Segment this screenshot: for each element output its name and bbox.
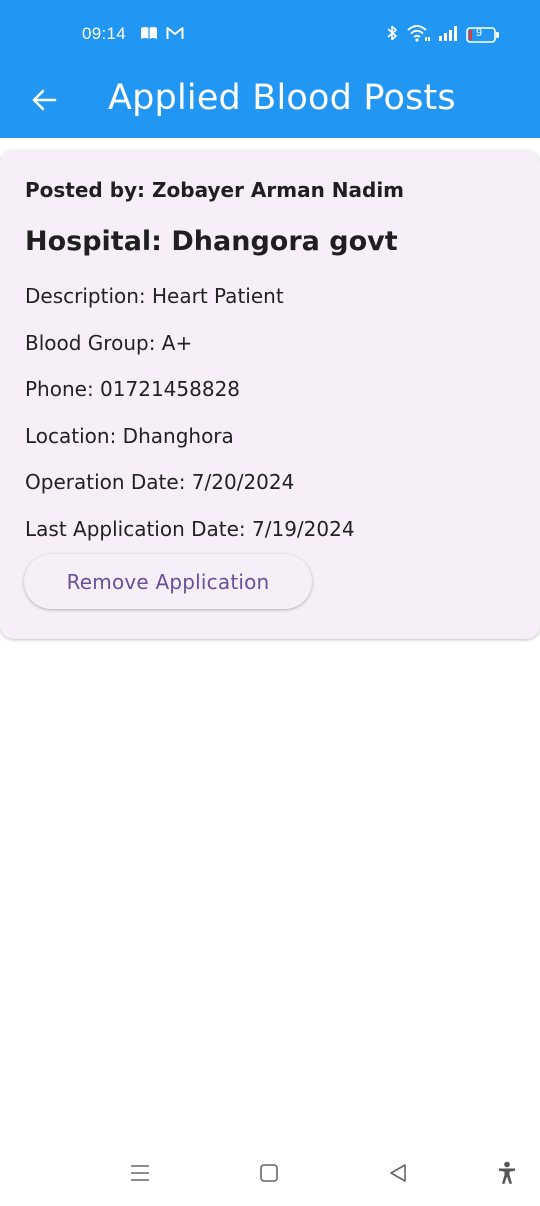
home-icon bbox=[259, 1163, 279, 1187]
back-button[interactable] bbox=[22, 80, 66, 124]
status-right-icons: 9 bbox=[386, 24, 500, 46]
hospital-title: Hospital: Dhangora govt bbox=[25, 226, 398, 257]
gmail-icon bbox=[166, 25, 184, 44]
status-time: 09:14 bbox=[82, 24, 127, 43]
recents-button[interactable] bbox=[123, 1158, 157, 1192]
home-button[interactable] bbox=[252, 1158, 286, 1192]
wifi-icon bbox=[406, 24, 430, 46]
book-icon bbox=[140, 25, 158, 44]
bluetooth-icon bbox=[386, 24, 398, 46]
operation-date-text: Operation Date: 7/20/2024 bbox=[25, 470, 295, 494]
phone-text: Phone: 01721458828 bbox=[25, 377, 241, 401]
location-text: Location: Dhanghora bbox=[25, 424, 234, 448]
posted-by-text: Posted by: Zobayer Arman Nadim bbox=[25, 178, 405, 202]
back-triangle-icon bbox=[388, 1163, 408, 1187]
last-application-date-text: Last Application Date: 7/19/2024 bbox=[25, 517, 355, 541]
signal-icon bbox=[438, 25, 458, 45]
description-text: Description: Heart Patient bbox=[25, 284, 284, 308]
remove-application-button[interactable]: Remove Application bbox=[24, 554, 312, 609]
system-nav-bar bbox=[0, 1140, 540, 1206]
accessibility-icon bbox=[497, 1161, 517, 1189]
system-back-button[interactable] bbox=[381, 1158, 415, 1192]
battery-icon: 9 bbox=[466, 27, 500, 43]
blood-group-text: Blood Group: A+ bbox=[25, 331, 193, 355]
arrow-left-icon bbox=[31, 88, 57, 116]
battery-level: 9 bbox=[476, 27, 483, 39]
accessibility-button[interactable] bbox=[490, 1158, 524, 1192]
page-title: Applied Blood Posts bbox=[108, 78, 456, 118]
recents-icon bbox=[129, 1163, 151, 1187]
app-bar: Applied Blood Posts bbox=[0, 66, 540, 138]
status-left-icons bbox=[140, 25, 184, 44]
status-bar: 09:14 9 bbox=[0, 0, 540, 66]
blood-post-card: Posted by: Zobayer Arman Nadim Hospital:… bbox=[0, 150, 540, 639]
